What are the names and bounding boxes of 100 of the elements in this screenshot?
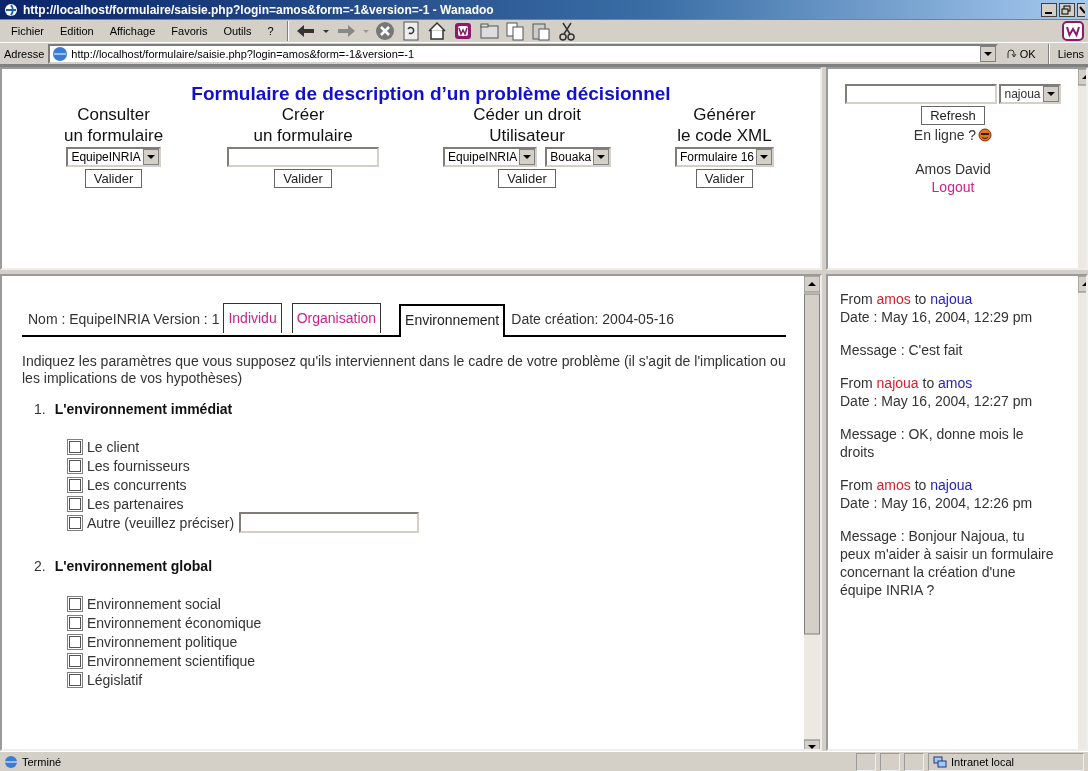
checkbox-label: Environnement social [87,595,221,612]
section-heading: le code XML [677,126,772,145]
validate-button[interactable]: Valider [274,169,332,188]
message-text: Message : C'est fait [840,341,964,359]
minimize-icon[interactable] [1041,2,1057,17]
status-panel [880,752,900,771]
section-number: 1. [34,401,46,417]
checkbox-label: Environnement scientifique [87,652,256,669]
section-heading: Créer [281,105,325,124]
checkbox[interactable] [67,614,83,631]
restore-icon[interactable] [1059,2,1075,17]
form-info: Nom : EquipeINRIA Version : 1 [28,311,221,329]
checkbox-label: Le client [87,438,140,455]
user-name: Amos David [915,161,991,177]
smiley-icon [978,128,993,142]
section-title: L'environnement global [54,558,213,574]
browser-logo-icon [3,1,19,18]
message-date: Date : May 16, 2004, 12:29 pm [840,308,1034,326]
message-text: Message : Bonjour Najoua, tu peux m'aider à saisir un formulaire concernant la création d'une équipe INRIA ? [840,527,1054,599]
status-panel [856,752,876,771]
tab[interactable]: Organisation [291,303,382,333]
dropdown[interactable]: Bouaka [545,147,612,167]
section-heading: Céder un droit [473,105,581,124]
menu-item[interactable]: Edition [53,23,101,39]
checkbox-label: Les fournisseurs [87,457,190,474]
sender-line: From amos to najoua [840,476,974,494]
message-field[interactable] [845,84,998,104]
checkbox[interactable] [67,514,83,531]
close-icon[interactable] [1077,2,1085,17]
tab[interactable]: Individu [223,303,282,333]
dropdown[interactable]: EquipeINRIA [443,147,538,167]
w-logo-icon[interactable] [452,21,473,41]
links-button[interactable]: Liens [1057,47,1084,60]
address-label: Adresse [4,47,45,60]
section-heading: un formulaire [63,126,164,145]
section-number: 2. [34,558,46,574]
validate-button[interactable]: Valider [695,169,754,188]
page-title: Formulaire de description d’un problème décisionnel [191,83,671,105]
page-icon [4,754,18,769]
page-icon [52,45,69,62]
network-icon [933,754,947,769]
refresh-button[interactable]: Refresh [921,106,985,125]
menu-item[interactable]: Fichier [4,23,51,39]
refresh-icon[interactable] [400,21,421,41]
scrollbar[interactable] [804,276,820,749]
user-dropdown[interactable]: najoua [999,84,1061,104]
menu-item[interactable]: ? [260,23,281,39]
checkbox[interactable] [67,457,83,474]
text-field[interactable] [227,147,380,167]
sender-line: From najoua to amos [840,374,974,392]
menu-item[interactable]: Affichage [102,23,163,39]
go-arrow-icon [1005,47,1018,60]
checkbox-label: Législatif [87,671,143,688]
section-heading: Utilisateur [489,126,565,145]
message-date: Date : May 16, 2004, 12:27 pm [840,392,1034,410]
caret-icon[interactable] [322,29,329,33]
checkbox-label: Les concurrents [87,476,187,493]
status-panel [904,752,924,771]
text-field[interactable] [239,512,420,533]
stop-icon[interactable] [374,21,395,41]
w-logo-icon[interactable] [1062,21,1084,41]
section-heading: Générer [693,105,756,124]
creation-date: Date création: 2004-05-16 [510,311,675,329]
dropdown[interactable]: Formulaire 16 [674,147,774,167]
scissors-icon[interactable] [556,21,577,41]
dropdown[interactable]: EquipeINRIA [66,147,161,167]
section-title: L'environnement immédiat [54,401,233,417]
go-button[interactable]: OK [1001,47,1040,60]
home-icon[interactable] [426,21,447,41]
logout-link[interactable]: Logout [931,179,975,195]
checkbox-label: Les partenaires [87,495,184,512]
checkbox[interactable] [67,438,83,455]
checkbox[interactable] [67,652,83,669]
message-text: Message : OK, donne mois le droits [840,425,1025,461]
zone-label: Intranet local [951,755,1014,768]
status-text: Terminé [22,755,63,768]
scrollbar[interactable] [1078,69,1086,268]
menu-item[interactable]: Outils [216,23,259,39]
checkbox[interactable] [67,671,83,688]
section-heading: un formulaire [253,126,353,145]
checkbox-label: Environnement économique [87,614,262,631]
scrollbar[interactable] [1078,276,1086,749]
checkbox[interactable] [67,476,83,493]
validate-button[interactable]: Valider [84,169,143,188]
address-field[interactable]: http://localhost/formulaire/saisie.php?login=amos&form=-1&version=-1 [48,43,998,64]
checkbox[interactable] [67,495,83,512]
paste-icon[interactable] [530,21,551,41]
checkbox[interactable] [67,633,83,650]
validate-button[interactable]: Valider [498,169,556,188]
checkbox[interactable] [67,595,83,612]
checkbox-label: Autre (veuillez préciser) [87,514,235,531]
sender-line: From amos to najoua [840,290,974,308]
menu-item[interactable]: Favoris [164,23,215,39]
online-label: En ligne ? [913,127,977,143]
tab[interactable]: Environnement [399,304,506,337]
intro-text: Indiquez les paramètres que vous supposez qu'ils interviennent dans le cadre de votre problème (il s'agit de l'implication ou les implications de vos hypothèses) [22,353,786,387]
checkbox-label: Environnement politique [87,633,238,650]
window-title: http://localhost/formulaire/saisie.php?login=amos&form=-1&version=-1 - Wanadoo [23,2,495,17]
copy-icon[interactable] [504,21,525,41]
folder-icon[interactable] [478,21,499,41]
